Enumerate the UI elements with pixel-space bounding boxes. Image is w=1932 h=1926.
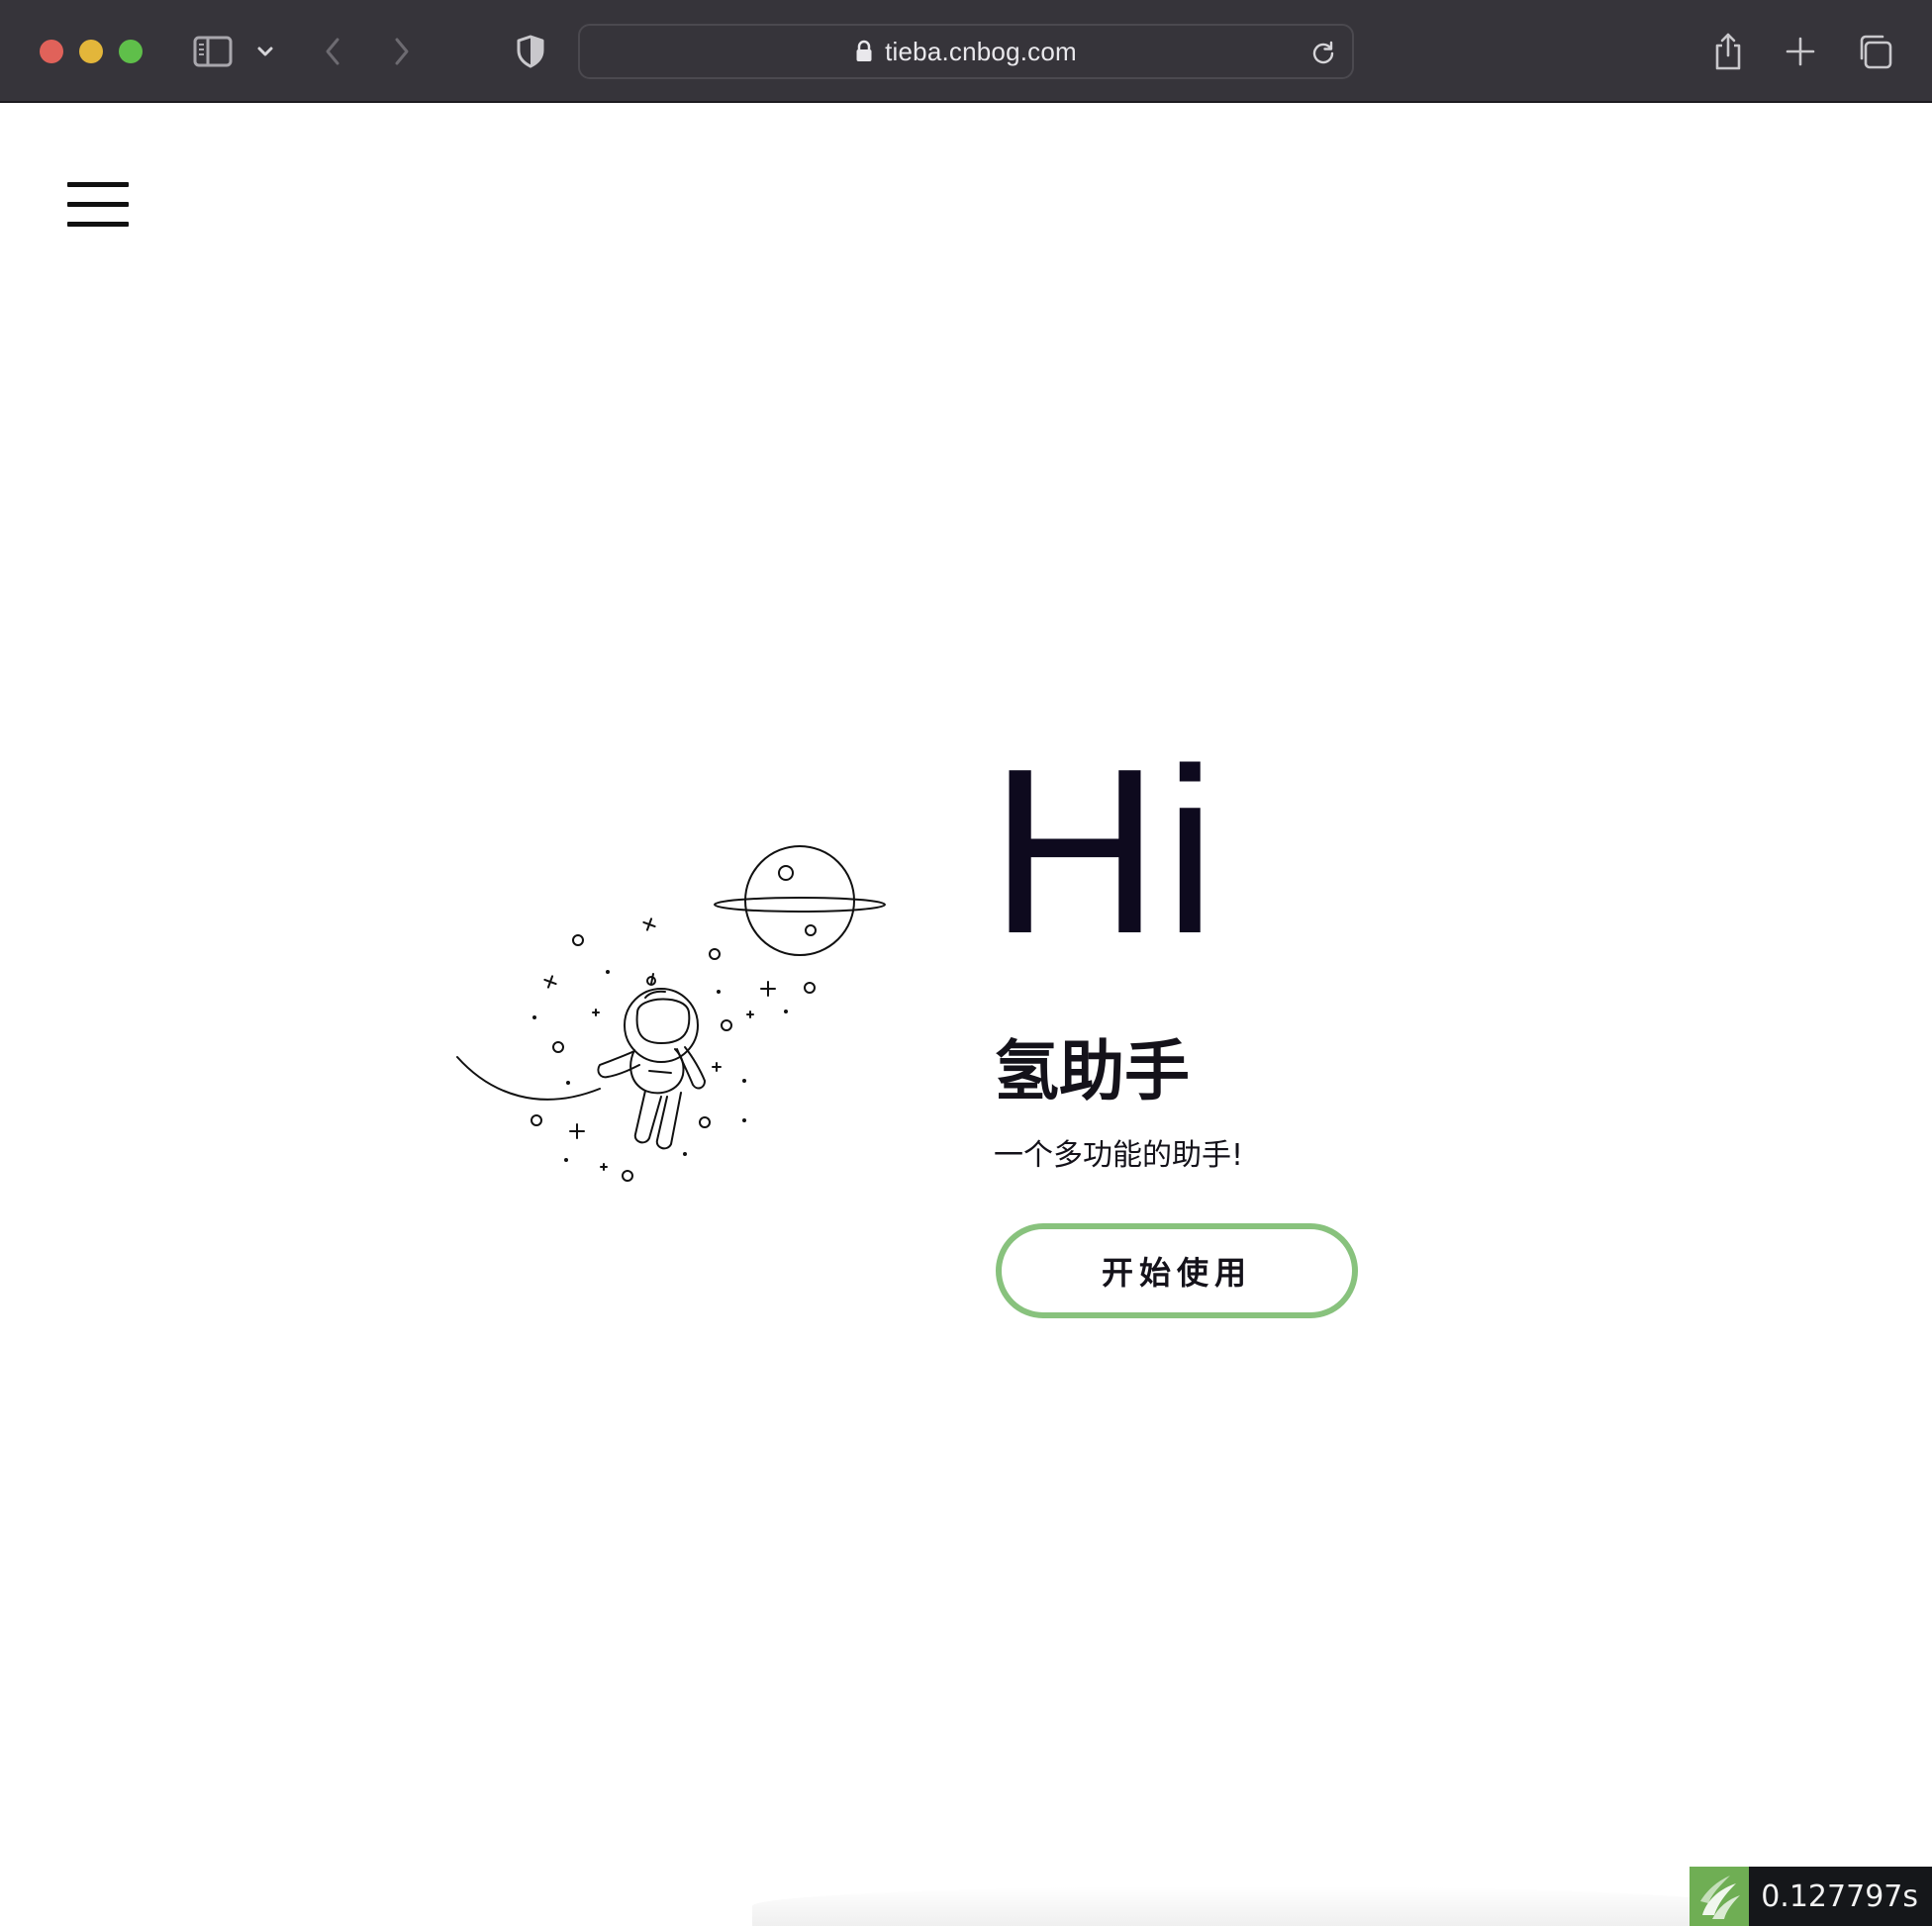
address-bar[interactable]: tieba.cnbog.com — [578, 24, 1354, 79]
browser-toolbar: tieba.cnbog.com — [0, 0, 1932, 103]
bottom-shadow — [752, 1886, 1742, 1926]
sidebar-icon[interactable] — [191, 30, 235, 73]
reload-icon[interactable] — [1304, 34, 1342, 71]
zoom-window-button[interactable] — [119, 40, 143, 63]
chevron-down-icon[interactable] — [243, 30, 287, 73]
page-subtitle: 一个多功能的助手! — [994, 1138, 1244, 1173]
close-window-button[interactable] — [40, 40, 63, 63]
hamburger-icon[interactable] — [67, 182, 129, 228]
astronaut-planet-illustration — [451, 837, 897, 1194]
page-title: 氢助手 — [994, 1033, 1190, 1109]
start-button[interactable]: 开始使用 — [996, 1223, 1358, 1318]
lock-icon — [855, 40, 873, 63]
minimize-window-button[interactable] — [79, 40, 103, 63]
stars-decoration — [531, 917, 816, 1182]
tabs-overview-icon[interactable] — [1853, 30, 1896, 73]
planet-icon — [714, 845, 886, 956]
leaf-logo-icon — [1690, 1867, 1750, 1926]
load-time-value: 0.127797s — [1749, 1867, 1932, 1926]
plus-icon[interactable] — [1779, 30, 1822, 73]
load-timer-widget: 0.127797s — [1690, 1867, 1932, 1926]
shield-icon[interactable] — [509, 30, 552, 73]
hero-greeting: Hi — [990, 721, 1220, 983]
astronaut-icon — [597, 973, 706, 1150]
url-text: tieba.cnbog.com — [885, 36, 1077, 66]
browser-window: tieba.cnbog.com Hi 氢助手 一个多功能的助手! 开始使用 0.… — [0, 0, 1932, 1926]
chevron-right-icon[interactable] — [380, 30, 424, 73]
share-icon[interactable] — [1706, 30, 1750, 73]
chevron-left-icon[interactable] — [311, 30, 354, 73]
url-display[interactable]: tieba.cnbog.com — [580, 26, 1352, 77]
